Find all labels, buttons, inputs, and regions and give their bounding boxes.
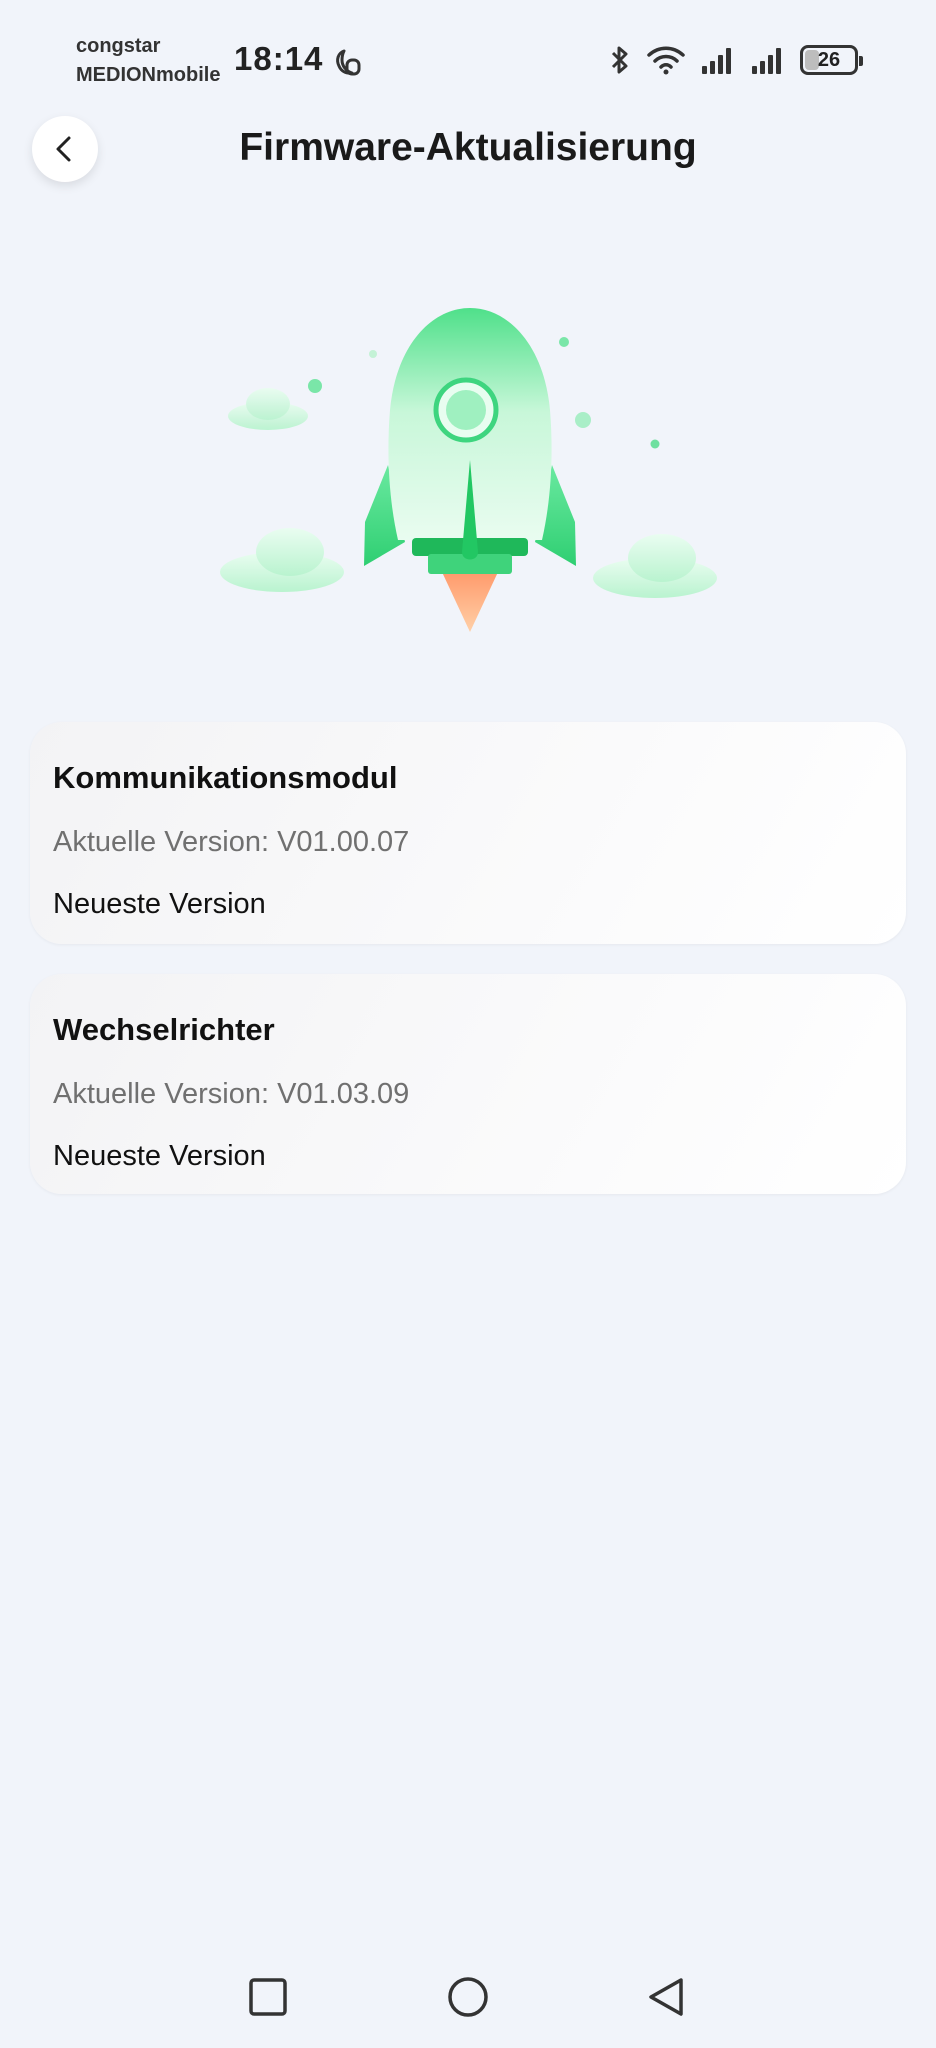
status-icons: 26 bbox=[608, 42, 863, 78]
recent-apps-button[interactable] bbox=[245, 1974, 291, 2020]
current-version: Aktuelle Version: V01.00.07 bbox=[53, 826, 410, 858]
update-status: Neueste Version bbox=[53, 888, 266, 920]
carrier-name-secondary: MEDIONmobile bbox=[76, 64, 221, 86]
home-button[interactable] bbox=[445, 1974, 491, 2020]
carrier-info: congstar MEDIONmobile bbox=[76, 32, 220, 90]
square-icon bbox=[249, 1978, 287, 2016]
signal-icon bbox=[702, 48, 731, 74]
battery-icon: 26 bbox=[800, 45, 863, 75]
system-nav-bar bbox=[0, 1960, 936, 2030]
signal-icon bbox=[752, 48, 781, 74]
wifi-icon bbox=[647, 46, 685, 75]
cloud-icon bbox=[220, 528, 344, 592]
device-name: Kommunikationsmodul bbox=[53, 760, 398, 795]
battery-level: 26 bbox=[817, 48, 841, 71]
firmware-card-communication-module[interactable]: Kommunikationsmodul Aktuelle Version: V0… bbox=[30, 722, 906, 944]
cloud-icon bbox=[228, 388, 308, 430]
current-version: Aktuelle Version: V01.03.09 bbox=[53, 1078, 410, 1110]
firmware-card-inverter[interactable]: Wechselrichter Aktuelle Version: V01.03.… bbox=[30, 974, 906, 1194]
bluetooth-icon bbox=[611, 46, 628, 74]
carrier-name: congstar bbox=[76, 35, 161, 57]
back-nav-button[interactable] bbox=[643, 1974, 689, 2020]
cloud-icon bbox=[593, 534, 717, 598]
triangle-back-icon bbox=[649, 1978, 683, 2016]
page-title: Firmware-Aktualisierung bbox=[239, 126, 697, 169]
rocket-illustration bbox=[220, 308, 717, 632]
moon-icon bbox=[336, 49, 361, 76]
clock: 18:14 bbox=[234, 40, 324, 77]
circle-icon bbox=[448, 1977, 488, 2017]
device-name: Wechselrichter bbox=[53, 1012, 275, 1047]
update-status: Neueste Version bbox=[53, 1140, 266, 1172]
status-bar: congstar MEDIONmobile 18:14 26 bbox=[0, 0, 936, 110]
